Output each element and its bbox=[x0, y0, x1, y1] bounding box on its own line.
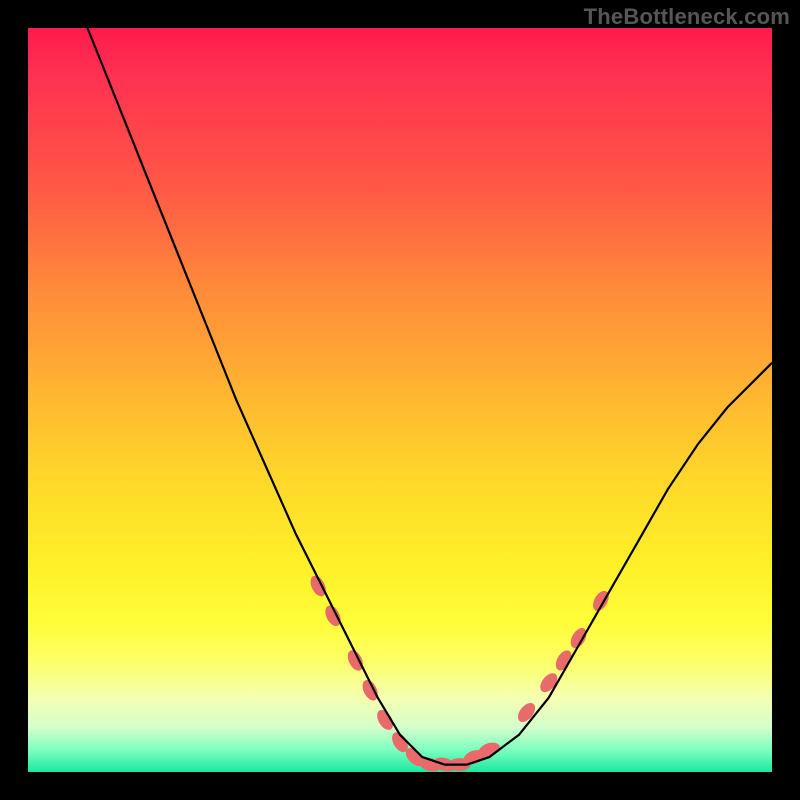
chart-frame: TheBottleneck.com bbox=[0, 0, 800, 800]
marker-layer bbox=[307, 573, 612, 772]
chart-svg bbox=[28, 28, 772, 772]
plot-area bbox=[28, 28, 772, 772]
watermark-text: TheBottleneck.com bbox=[584, 4, 790, 30]
curve-marker bbox=[515, 700, 539, 725]
bottleneck-curve bbox=[88, 28, 773, 765]
